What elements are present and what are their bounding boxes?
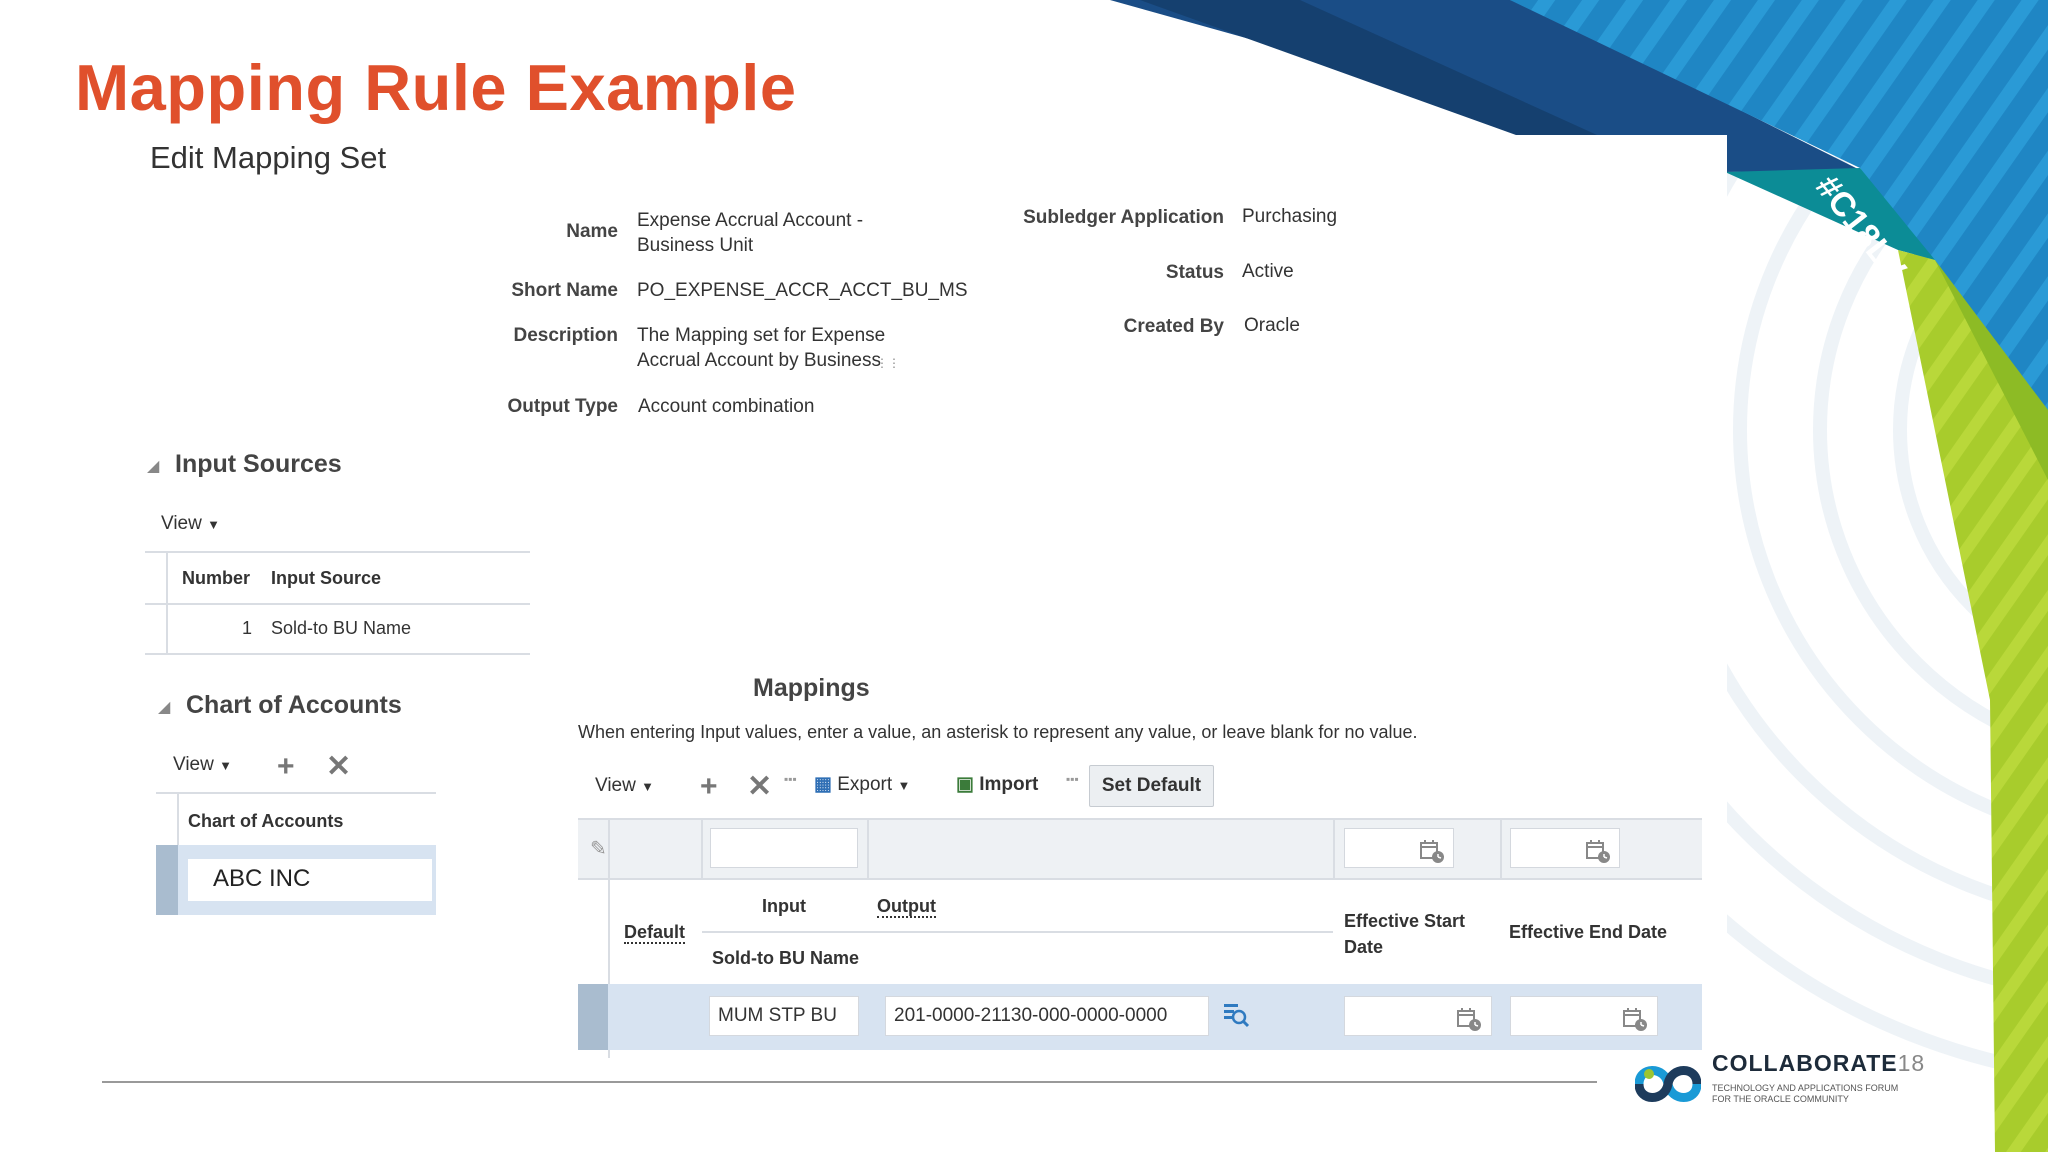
divider (701, 820, 703, 878)
calendar-icon[interactable] (1585, 838, 1611, 864)
export-icon: ▦ (814, 774, 832, 795)
divider (1500, 820, 1502, 878)
table-row-selected[interactable]: MUM STP BU 201-0000-21130-000-0000-0000 (578, 984, 1702, 1050)
divider (867, 820, 869, 878)
divider (145, 603, 530, 605)
import-icon: ▣ (956, 774, 974, 795)
coa-value: ABC INC (213, 865, 311, 892)
calendar-icon[interactable] (1622, 1006, 1648, 1032)
column-header-effective-end[interactable]: Effective End Date (1509, 922, 1667, 943)
collaborate-name: COLLABORATE18 (1712, 1050, 1925, 1077)
delete-icon[interactable]: ✕ (747, 772, 772, 802)
column-header-input[interactable]: Input (762, 896, 806, 917)
divider (145, 653, 530, 655)
effective-start-line1: Effective Start (1344, 911, 1466, 931)
mappings-instructions: When entering Input values, enter a valu… (578, 722, 1418, 742)
subledger-value: Purchasing (1242, 206, 1338, 227)
separator-icon: ▪▪▪ (1066, 772, 1079, 786)
name-value-line2: Business Unit (637, 235, 754, 256)
subledger-label: Subledger Application (1023, 207, 1224, 228)
column-header-input-source[interactable]: Input Source (271, 568, 381, 589)
column-header-default[interactable]: Default (624, 922, 686, 944)
calendar-icon[interactable] (1456, 1006, 1482, 1032)
chevron-down-icon: ▼ (219, 758, 232, 773)
mappings-view-menu[interactable]: View ▼ (595, 775, 654, 797)
row-marker (578, 984, 608, 1050)
chart-of-accounts-heading: Chart of Accounts (186, 691, 402, 719)
row-marker (156, 845, 178, 915)
name-value: Expense Accrual Account - Business Unit (637, 208, 937, 258)
column-header-effective-start[interactable]: Effective Start Date (1344, 908, 1465, 960)
description-line1: The Mapping set for Expense (637, 325, 886, 346)
collaborate-tagline-1: TECHNOLOGY AND APPLICATIONS FORUM (1712, 1083, 1899, 1093)
import-label: Import (979, 774, 1039, 795)
set-default-button[interactable]: Set Default (1089, 765, 1214, 807)
input-filter-field[interactable] (710, 828, 858, 868)
input-sources-heading: Input Sources (175, 450, 342, 478)
table-row-selected[interactable]: ABC INC (156, 845, 436, 915)
output-value-field[interactable]: 201-0000-21130-000-0000-0000 (885, 996, 1209, 1036)
row-input-source: Sold-to BU Name (271, 618, 412, 638)
name-value-line1: Expense Accrual Account - (637, 210, 864, 231)
divider (156, 792, 436, 794)
coa-view-menu[interactable]: View ▼ (173, 754, 232, 776)
output-type-label: Output Type (507, 396, 618, 417)
created-by-label: Created By (1123, 316, 1224, 337)
status-label: Status (1165, 262, 1224, 283)
mappings-heading: Mappings (753, 674, 870, 702)
footer-divider (102, 1081, 1597, 1083)
row-number: 1 (242, 618, 253, 638)
chevron-down-icon: ▼ (897, 778, 911, 793)
page-title: Edit Mapping Set (150, 140, 387, 175)
mappings-table: ✎ Default Input Output Sold-to BU Name E… (578, 818, 1702, 1058)
effective-start-line2: Date (1344, 937, 1384, 957)
collapse-triangle-icon[interactable]: ◢ (158, 697, 170, 717)
column-header-number[interactable]: Number (182, 568, 250, 589)
divider (1333, 820, 1335, 878)
output-label: Output (877, 896, 936, 918)
input-value-field[interactable]: MUM STP BU (709, 996, 859, 1036)
divider (702, 931, 1333, 933)
name-label: Name (566, 221, 618, 242)
add-icon[interactable]: + (277, 752, 295, 782)
slide-title: Mapping Rule Example (75, 51, 797, 124)
default-label: Default (624, 922, 686, 944)
divider (145, 551, 530, 553)
chevron-down-icon: ▼ (641, 779, 654, 794)
separator-icon: ▪▪▪ (784, 772, 797, 786)
table-row[interactable]: 1 Sold-to BU Name (168, 606, 530, 652)
export-label: Export (837, 774, 893, 795)
short-name-label: Short Name (511, 280, 618, 301)
column-header-output[interactable]: Output (877, 896, 936, 918)
more-icon[interactable]: ⋮⋮ (876, 356, 900, 370)
created-by-value: Oracle (1244, 315, 1300, 336)
chevron-down-icon: ▼ (207, 517, 220, 532)
export-menu[interactable]: ▦ Export ▼ (814, 773, 910, 796)
collapse-triangle-icon[interactable]: ◢ (147, 456, 159, 476)
add-icon[interactable]: + (700, 772, 718, 802)
collaborate-tagline: TECHNOLOGY AND APPLICATIONS FORUM FOR TH… (1712, 1083, 1952, 1105)
status-value: Active (1242, 261, 1294, 282)
import-button[interactable]: ▣ Import (956, 773, 1038, 796)
collaborate-logo-icon (1635, 1066, 1701, 1102)
view-label: View (161, 513, 202, 534)
column-header-input-sub[interactable]: Sold-to BU Name (712, 948, 859, 969)
account-search-icon[interactable] (1221, 1000, 1251, 1030)
description-label: Description (513, 325, 618, 346)
output-type-value: Account combination (638, 396, 815, 417)
collaborate-tagline-2: FOR THE ORACLE COMMUNITY (1712, 1094, 1849, 1104)
delete-icon[interactable]: ✕ (326, 752, 351, 782)
collaborate-label: COLLABORATE (1712, 1050, 1898, 1076)
view-label: View (595, 775, 636, 796)
input-sources-view-menu[interactable]: View ▼ (161, 513, 220, 535)
divider (578, 878, 1702, 880)
divider (177, 794, 179, 846)
calendar-icon[interactable] (1419, 838, 1445, 864)
column-header-chart-of-accounts[interactable]: Chart of Accounts (188, 811, 343, 832)
collaborate-year: 18 (1897, 1050, 1926, 1076)
short-name-value: PO_EXPENSE_ACCR_ACCT_BU_MS (637, 280, 968, 301)
view-label: View (173, 754, 214, 775)
edit-icon[interactable]: ✎ (590, 836, 607, 861)
